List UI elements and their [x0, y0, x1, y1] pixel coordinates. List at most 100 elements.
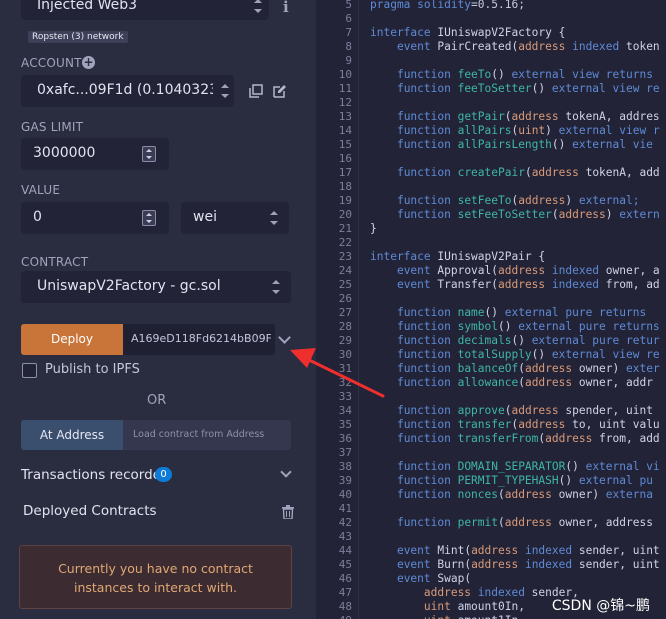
code-token: from, ad	[605, 278, 660, 291]
account-select[interactable]: 0xafc...09F1d (0.10403234	[21, 75, 234, 107]
environment-select[interactable]: Injected Web3	[21, 0, 269, 20]
code-line: function totalSupply() external view re	[370, 348, 660, 361]
code-token: function	[396, 432, 458, 445]
chevron-down-icon[interactable]	[278, 331, 291, 344]
code-token: createPair	[457, 166, 525, 179]
contract-select[interactable]: UniswapV2Factory - gc.sol	[21, 271, 291, 303]
code-token: permit	[457, 516, 498, 529]
line-number: 13	[338, 110, 352, 123]
select-arrows-icon	[220, 83, 230, 99]
code-token: address	[511, 404, 566, 417]
code-token: ()	[531, 348, 552, 361]
code-token: ()	[491, 68, 512, 81]
line-number: 18	[338, 180, 352, 193]
code-token: )	[545, 124, 559, 137]
code-token: function	[396, 110, 458, 123]
code-token: Burn(	[437, 558, 472, 571]
code-token: external;	[578, 194, 640, 207]
code-token: sender, uint	[578, 544, 660, 557]
publish-checkbox[interactable]	[22, 363, 37, 378]
line-number: 21	[338, 222, 352, 235]
deploy-args-value: A169eD118Fd6214bB09F1d	[131, 332, 271, 345]
code-token: address	[498, 264, 552, 277]
code-token: external view returns	[511, 68, 653, 81]
code-token: uint	[423, 600, 458, 613]
at-address-button[interactable]: At Address	[21, 420, 123, 450]
gas-limit-stepper-icon[interactable]	[142, 146, 156, 162]
gas-limit-label: GAS LIMIT	[21, 120, 84, 134]
code-line: function approve(address spender, uint	[370, 404, 653, 417]
deploy-args-input[interactable]: A169eD118Fd6214bB09F1d	[123, 324, 275, 355]
code-token: external pure returns	[518, 320, 660, 333]
code-token: function	[396, 208, 458, 221]
add-account-icon[interactable]: +	[82, 56, 95, 69]
line-number: 45	[338, 558, 352, 571]
line-number: 10	[338, 68, 352, 81]
code-token: function	[396, 124, 458, 137]
line-number: 16	[338, 152, 352, 165]
account-label: ACCOUNT	[21, 56, 82, 70]
trash-icon[interactable]	[282, 505, 294, 519]
code-token: IUniswapV2Pair {	[437, 250, 546, 263]
line-number: 6	[345, 12, 352, 25]
value-unit-select[interactable]: wei	[181, 202, 289, 234]
deploy-run-panel: Injected Web3 i Ropsten (3) network ACCO…	[0, 0, 316, 619]
line-number-gutter: 5 6 7 8 9 10 11 12 13 14 15 16 17 18 19 20 21 22 23 24 25 26 2…	[316, 0, 359, 619]
code-line: function decimals() external pure retur	[370, 334, 660, 347]
code-token: feeTo	[457, 68, 492, 81]
code-line: event Burn(address indexed sender, uint	[370, 558, 660, 571]
code-token: pragma solidity	[370, 0, 472, 11]
value-input[interactable]: 0	[21, 202, 169, 234]
code-token: function	[396, 82, 458, 95]
value-stepper-icon[interactable]	[142, 210, 156, 226]
code-token: address	[524, 376, 579, 389]
code-token: address	[558, 208, 606, 221]
code-token: indexed	[524, 558, 579, 571]
code-token: owner)	[578, 362, 626, 375]
gas-limit-value: 3000000	[33, 145, 96, 161]
contract-value: UniswapV2Factory - gc.sol	[37, 278, 221, 294]
line-number: 20	[338, 208, 352, 221]
code-token: address	[531, 166, 586, 179]
code-line: function balanceOf(address owner) exter	[370, 362, 660, 375]
code-token: external vi	[585, 460, 660, 473]
code-line: event Swap(	[370, 572, 471, 585]
code-token: tokenA, add	[585, 166, 660, 179]
chevron-down-icon[interactable]	[280, 466, 292, 478]
code-token: indexed	[551, 278, 606, 291]
edit-icon[interactable]	[273, 84, 287, 98]
code-token: (	[518, 376, 525, 389]
code-line: pragma solidity=0.5.16;	[370, 0, 525, 11]
line-number: 19	[338, 194, 352, 207]
notice-line-1: Currently you have no contract	[58, 561, 253, 576]
copy-icon[interactable]	[249, 84, 263, 98]
notice-line-2: instances to interact with.	[74, 580, 237, 595]
code-token: decimals	[457, 334, 512, 347]
code-token: external view re	[551, 82, 660, 95]
transactions-count-badge: 0	[155, 467, 172, 482]
code-token: owner, a	[605, 264, 660, 277]
code-token: sender, uint	[578, 558, 660, 571]
code-token: nonces	[457, 488, 498, 501]
deploy-button[interactable]: Deploy	[21, 324, 123, 355]
code-token: address	[504, 516, 559, 529]
code-line: interface IUniswapV2Factory {	[370, 26, 565, 39]
code-token: function	[396, 68, 458, 81]
code-editor[interactable]: 5 6 7 8 9 10 11 12 13 14 15 16 17 18 19 20 21 22 23 24 25 26 2…	[316, 0, 666, 619]
code-token: allowance	[457, 376, 519, 389]
line-number: 30	[338, 348, 352, 361]
line-number: 25	[338, 278, 352, 291]
line-number: 9	[345, 54, 352, 67]
transactions-label[interactable]: Transactions recorded	[21, 467, 170, 483]
code-token: indexed	[477, 586, 532, 599]
info-icon[interactable]: i	[283, 0, 289, 16]
at-address-input[interactable]: Load contract from Address	[123, 420, 291, 450]
contract-label: CONTRACT	[21, 255, 89, 269]
gas-limit-input[interactable]: 3000000	[21, 138, 169, 170]
line-number: 24	[338, 264, 352, 277]
